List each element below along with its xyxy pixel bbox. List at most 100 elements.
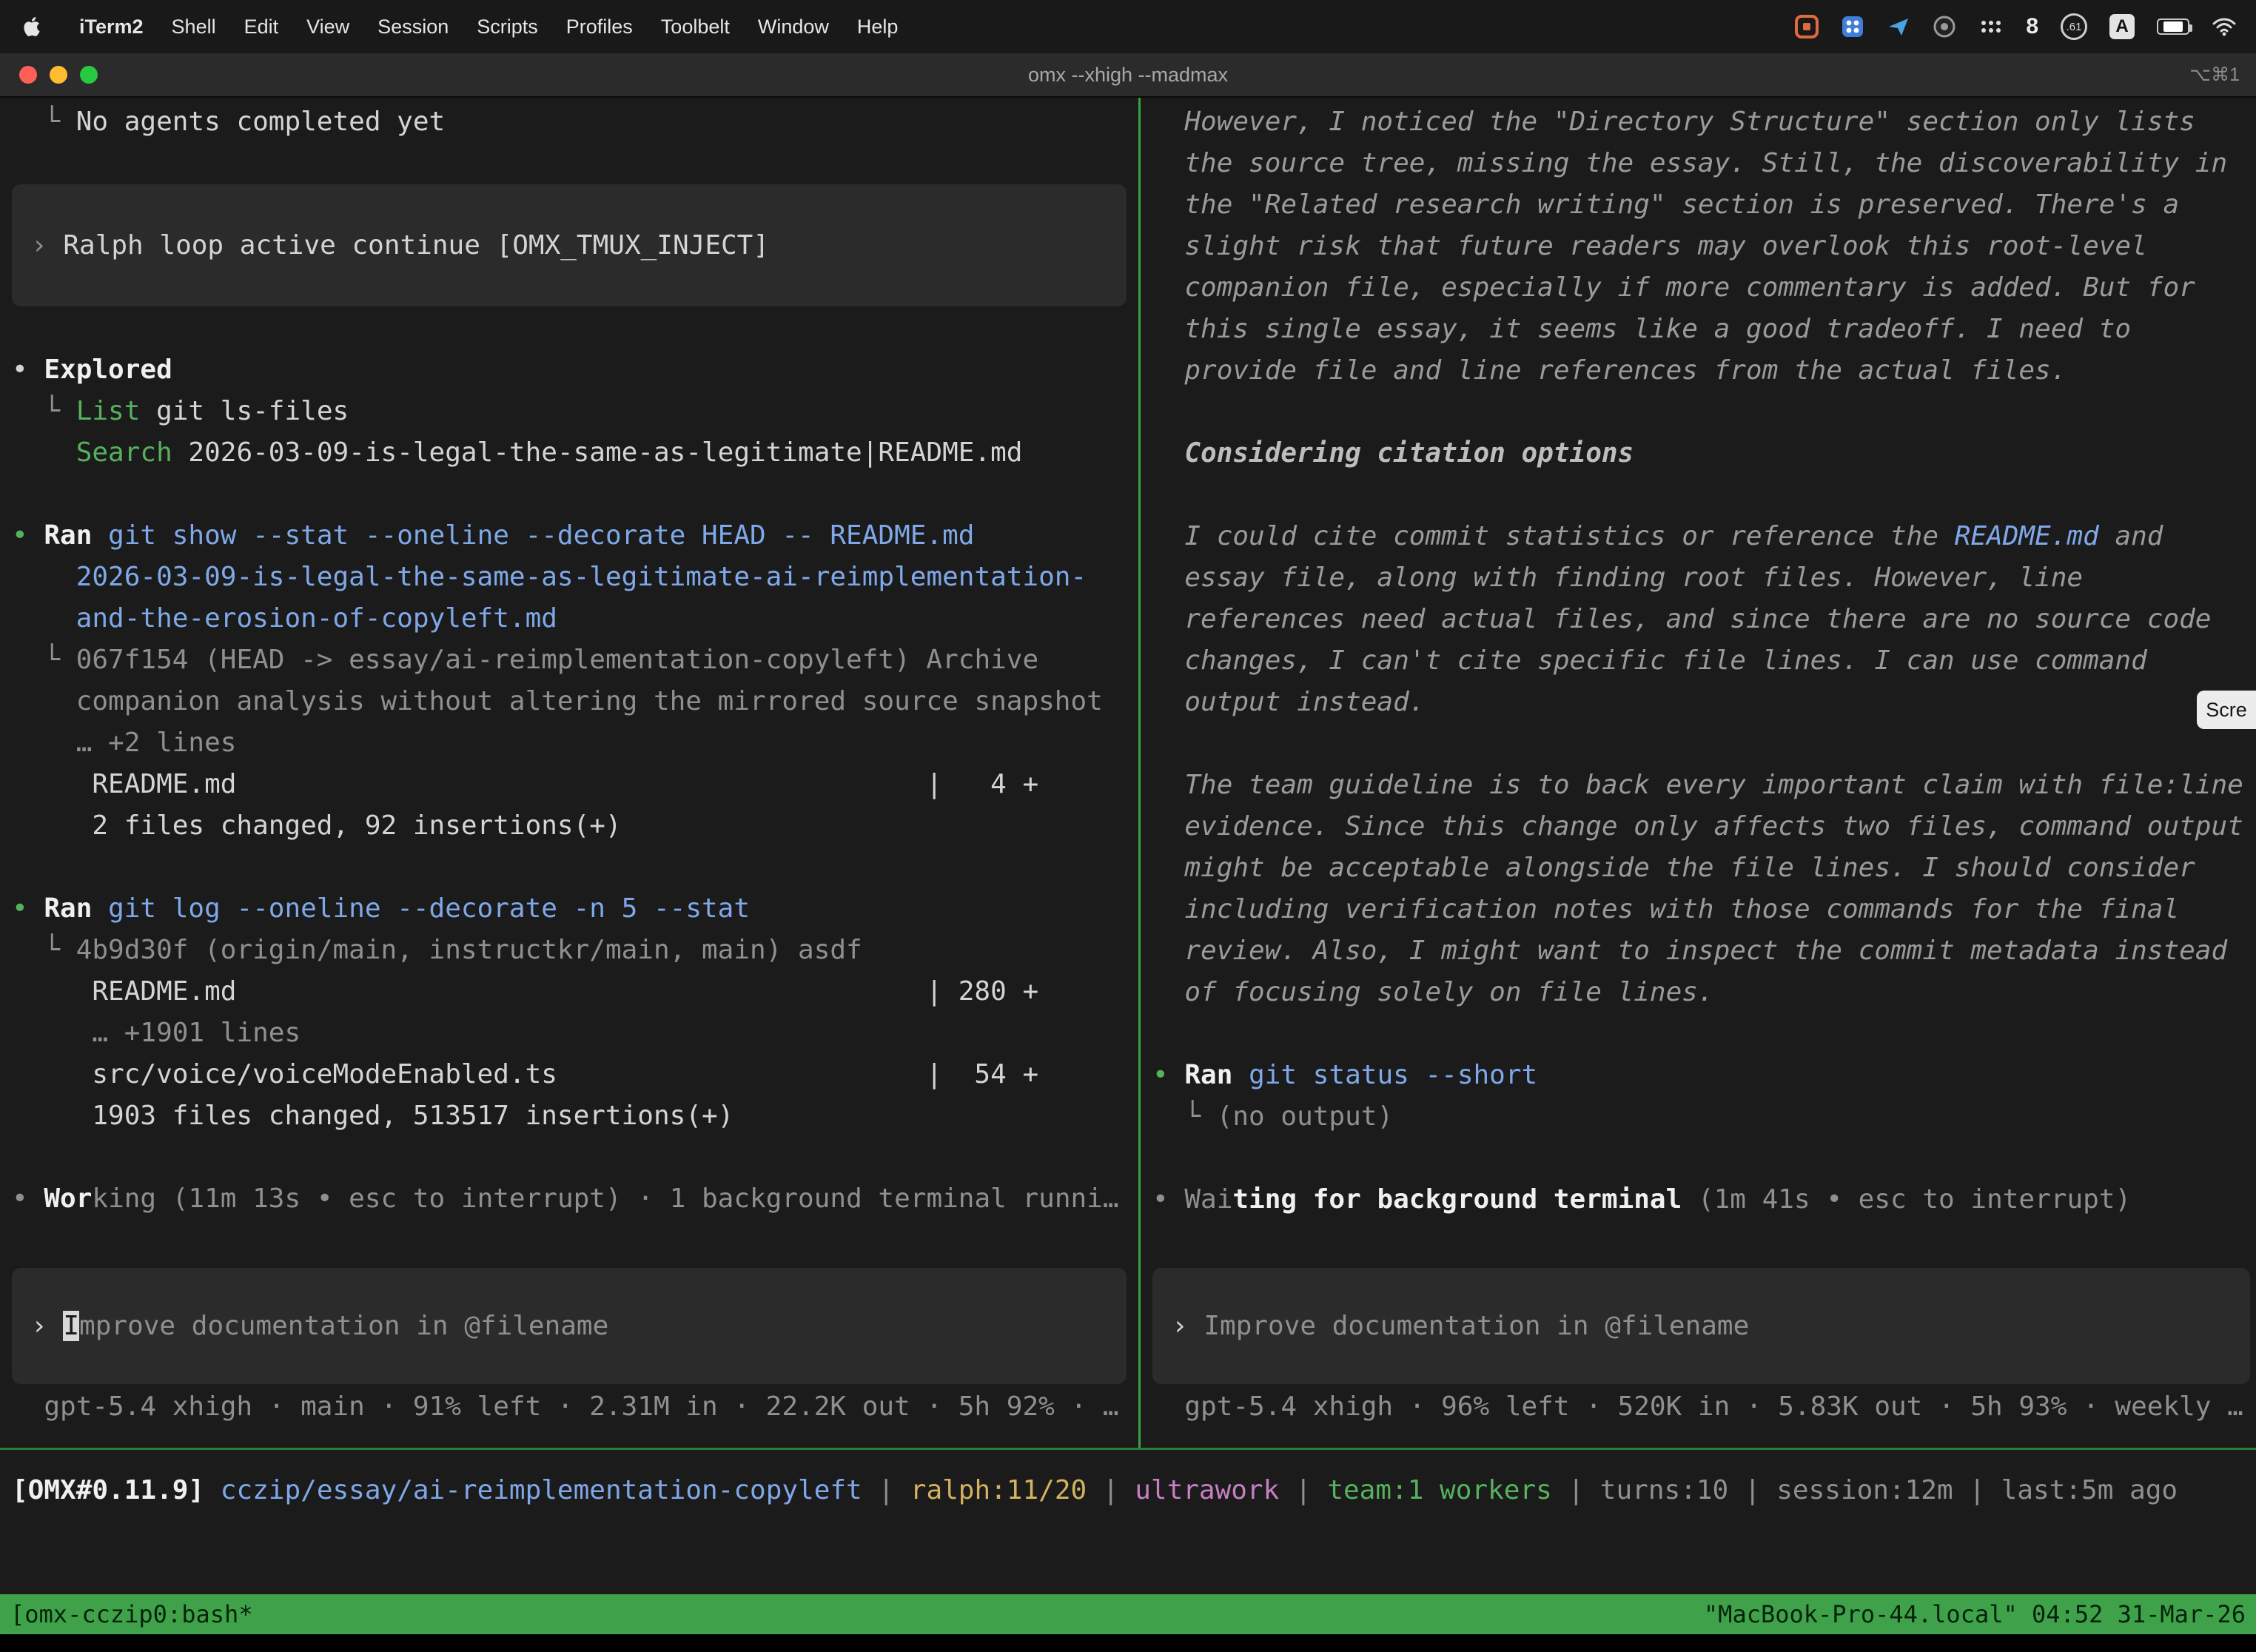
terminal-line: └ (no output) [1152,1096,2256,1138]
menu-item-toolbelt[interactable]: Toolbelt [647,16,744,38]
battery-icon[interactable] [2157,19,2189,35]
text-segment: | [1552,1475,1600,1505]
screen-edge-tab[interactable]: Scre [2197,691,2256,729]
terminal-line: this single essay, it seems like a good … [1152,309,2256,350]
text-segment: README.md | 280 + [12,976,1038,1007]
right-model-status-line: gpt-5.4 xhigh · 96% left · 520K in · 5.8… [1152,1386,2256,1428]
text-segment [12,603,76,634]
text-segment: Considering citation options [1152,438,1634,469]
text-segment [12,562,76,592]
right-prompt-input[interactable]: › Improve documentation in @filename [1152,1268,2250,1384]
terminal-line: └ 067f154 (HEAD -> essay/ai-reimplementa… [12,639,1138,681]
menu-item-scripts[interactable]: Scripts [463,16,552,38]
tmux-session-window[interactable]: [omx-cczip0:bash* [10,1600,253,1628]
terminal-line: the "Related research writing" section i… [1152,184,2256,226]
terminal-line: output instead. [1152,682,2256,723]
terminal-line [12,1137,1138,1178]
terminal-line: companion file, especially if more comme… [1152,267,2256,309]
text-segment: However, I noticed the "Directory Struct… [1152,107,2195,137]
text-segment: … +2 lines [76,728,237,758]
text-segment: 2026-03-09-is-legal-the-same-as-legitima… [172,437,1023,468]
battery-fill [2163,21,2182,32]
apple-menu-icon[interactable] [22,16,44,38]
text-segment: slight risk that future readers may over… [1152,231,2147,261]
left-model-status-line: gpt-5.4 xhigh · main · 91% left · 2.31M … [12,1386,1138,1428]
text-segment: └ [12,107,76,137]
text-segment: Wor [44,1183,92,1214]
menu-item-shell[interactable]: Shell [158,16,230,38]
text-segment: └ [12,935,76,965]
text-segment: 1903 files changed, 513517 insertions(+) [12,1101,733,1131]
text-segment: Ralph loop active continue [OMX_TMUX_INJ… [63,230,769,261]
text-segment: └ [12,396,76,426]
text-segment: • [1152,1184,1184,1215]
terminal-line: Search 2026-03-09-is-legal-the-same-as-l… [12,432,1138,474]
terminal-line: › Ralph loop active continue [OMX_TMUX_I… [31,225,769,266]
terminal-line: changes, I can't cite specific file line… [1152,640,2256,682]
terminal-line: › Improve documentation in @filename [1172,1306,1749,1347]
text-segment: … +1901 lines [12,1018,301,1048]
text-segment: | [1087,1475,1135,1505]
text-segment: Improve documentation in @filename [1203,1311,1749,1341]
text-segment: • [12,1183,44,1214]
screen-recording-indicator-icon[interactable] [1795,15,1819,38]
omx-status-bar: [OMX#0.11.9] cczip/essay/ai-reimplementa… [12,1470,2256,1511]
terminal-line: • Waiting for background terminal (1m 41… [1152,1179,2256,1220]
text-segment: turns:10 [1600,1475,1728,1505]
terminal-line: gpt-5.4 xhigh · main · 91% left · 2.31M … [12,1386,1138,1428]
dots-menu-icon[interactable] [1978,18,2004,36]
text-segment: | [1279,1475,1327,1505]
text-segment [12,728,76,758]
text-segment: Ran [44,520,92,551]
terminal-line: slight risk that future readers may over… [1152,226,2256,267]
input-source-icon[interactable]: A [2109,14,2135,39]
right-pane: However, I noticed the "Directory Struct… [1141,98,2256,1448]
text-segment: team:1 workers [1327,1475,1551,1505]
camera-icon[interactable] [1933,15,1956,38]
text-segment: ralph:11/20 [910,1475,1087,1505]
menu-item-window[interactable]: Window [744,16,843,38]
text-segment: mprove documentation in @filename [79,1311,608,1341]
text-segment: companion analysis without altering the … [76,686,1103,716]
terminal-line: Considering citation options [1152,433,2256,474]
terminal-line: └ 4b9d30f (origin/main, instructkr/main,… [12,930,1138,971]
terminal-line: README.md | 4 + [12,764,1138,805]
menu-item-session[interactable]: Session [363,16,463,38]
menu-item-view[interactable]: View [292,16,363,38]
text-segment [12,437,76,468]
gauge-icon[interactable]: .61 [2061,13,2087,40]
badge-icon[interactable]: 8 [2026,14,2038,39]
text-segment: (no output) [1217,1101,1393,1132]
share-icon[interactable] [1887,15,1910,38]
terminal-line: I could cite commit statistics or refere… [1152,516,2256,557]
text-segment: 2026-03-09-is-legal-the-same-as-legitima… [76,562,1087,592]
app-grid-icon[interactable] [1841,15,1864,38]
terminal-line: However, I noticed the "Directory Struct… [1152,101,2256,143]
text-segment: and-the-erosion-of-copyleft.md [76,603,557,634]
text-segment: ultrawork [1135,1475,1279,1505]
menu-item-iterm2[interactable]: iTerm2 [65,16,158,38]
left-prompt-input[interactable]: › Improve documentation in @filename [12,1268,1127,1384]
gauge-value: .61 [2067,21,2082,33]
wifi-icon[interactable] [2212,17,2237,36]
text-segment: references need actual files, and since … [1152,604,2211,634]
text-segment: 4b9d30f (origin/main, instructkr/main, m… [76,935,862,965]
terminal-line: … +1901 lines [12,1013,1138,1054]
text-segment: output instead. [1152,687,1425,717]
menu-item-profiles[interactable]: Profiles [552,16,647,38]
text-segment: cczip/essay/ai-reimplementation-copyleft [221,1475,862,1505]
text-segment: gpt-5.4 xhigh · 96% left · 520K in · 5.8… [1152,1391,2243,1422]
text-segment: • [12,355,44,385]
terminal-line [12,474,1138,515]
terminal-line: [OMX#0.11.9] cczip/essay/ai-reimplementa… [12,1470,2256,1511]
menu-item-help[interactable]: Help [843,16,913,38]
text-segment: git ls-files [140,396,349,426]
text-segment: the source tree, missing the essay. Stil… [1152,148,2227,178]
text-segment: 067f154 (HEAD -> essay/ai-reimplementati… [76,645,1038,675]
menu-item-edit[interactable]: Edit [230,16,293,38]
terminal-line: 2 files changed, 92 insertions(+) [12,805,1138,847]
text-segment: git log --oneline --decorate -n 5 --stat [92,893,750,924]
text-segment: evidence. Since this change only affects… [1152,811,2243,842]
text-segment: including verification notes with those … [1152,894,2179,924]
terminal: └ No agents completed yet › Ralph loop a… [0,98,2256,1594]
